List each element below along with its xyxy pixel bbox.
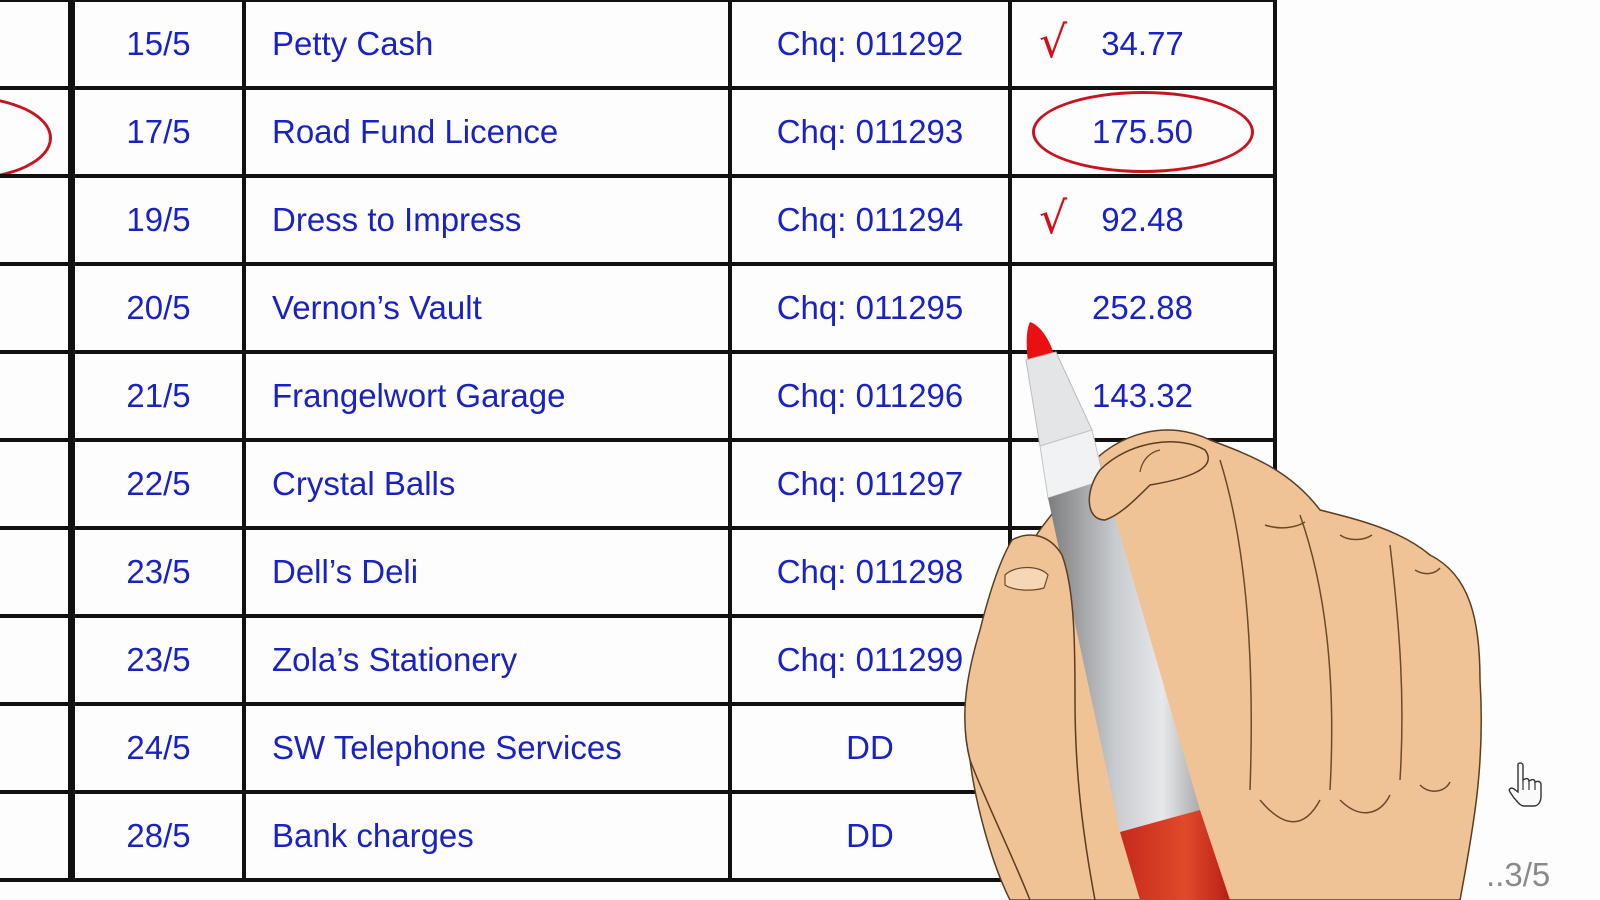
page-indicator: ..3/5 (1486, 856, 1551, 893)
amount-cell: √ 92.48 (1008, 174, 1277, 266)
table-row: 24/5 SW Telephone Services DD (0, 702, 1277, 794)
tick-mark-icon: √ (1039, 17, 1068, 68)
amount-value-wrap: √ 92.48 (1039, 197, 1184, 241)
blank-cell (0, 438, 75, 530)
payee-cell: Bank charges (242, 790, 732, 882)
amount-cell (1008, 438, 1277, 530)
reference-cell: Chq: 011299 (728, 614, 1012, 706)
table-row: 15/5 Petty Cash Chq: 011292 √ 34.77 (0, 0, 1277, 90)
date-cell: 24/5 (69, 702, 246, 794)
amount-value: 252.88 (1092, 289, 1193, 326)
payee-cell: Frangelwort Garage (242, 350, 732, 442)
payee-cell: Road Fund Licence (242, 86, 732, 178)
ledger-table: 15/5 Petty Cash Chq: 011292 √ 34.77 17/5 Road … (0, 0, 1277, 882)
amount-value-wrap: 143.32 (1092, 377, 1193, 415)
reference-cell: Chq: 011295 (728, 262, 1012, 354)
amount-cell (1008, 526, 1277, 618)
amount-cell (1008, 702, 1277, 794)
blank-cell (0, 614, 75, 706)
amount-cell: √ 34.77 (1008, 0, 1277, 90)
amount-cell (1008, 790, 1277, 882)
reference-cell: Chq: 011293 (728, 86, 1012, 178)
blank-cell (0, 526, 75, 618)
amount-value: 143.32 (1092, 377, 1193, 414)
amount-cell (1008, 614, 1277, 706)
date-cell: 22/5 (69, 438, 246, 530)
reference-cell: Chq: 011296 (728, 350, 1012, 442)
pointer-hand-cursor-icon (1508, 762, 1542, 807)
payee-cell: Crystal Balls (242, 438, 732, 530)
payee-cell: Dell’s Deli (242, 526, 732, 618)
payee-cell: Vernon’s Vault (242, 262, 732, 354)
date-cell: 19/5 (69, 174, 246, 266)
amount-value: 175.50 (1092, 113, 1193, 150)
reference-cell: DD (728, 790, 1012, 882)
table-row: 17/5 Road Fund Licence Chq: 011293 175.50 (0, 86, 1277, 178)
blank-cell (0, 262, 75, 354)
amount-value: 92.48 (1101, 201, 1184, 238)
table-row: 23/5 Dell’s Deli Chq: 011298 (0, 526, 1277, 618)
date-cell: 21/5 (69, 350, 246, 442)
table-row: 22/5 Crystal Balls Chq: 011297 (0, 438, 1277, 530)
payee-cell: Petty Cash (242, 0, 732, 90)
date-cell: 23/5 (69, 526, 246, 618)
reference-cell: Chq: 011298 (728, 526, 1012, 618)
blank-cell (0, 174, 75, 266)
tick-mark-icon: √ (1039, 193, 1068, 244)
table-row: 23/5 Zola’s Stationery Chq: 011299 (0, 614, 1277, 706)
blank-cell (0, 702, 75, 794)
blank-cell (0, 86, 75, 178)
date-cell: 23/5 (69, 614, 246, 706)
amount-value: 34.77 (1101, 25, 1184, 62)
amount-cell: 143.32 (1008, 350, 1277, 442)
bank-statement-sheet: 15/5 Petty Cash Chq: 011292 √ 34.77 17/5 Road … (0, 0, 1600, 900)
amount-value-wrap: √ 34.77 (1039, 21, 1184, 65)
amount-value-wrap: 252.88 (1092, 289, 1193, 327)
blank-cell (0, 0, 75, 90)
table-row: 20/5 Vernon’s Vault Chq: 011295 252.88 (0, 262, 1277, 354)
payee-cell: Dress to Impress (242, 174, 732, 266)
amount-cell: 252.88 (1008, 262, 1277, 354)
date-cell: 20/5 (69, 262, 246, 354)
date-cell: 17/5 (69, 86, 246, 178)
amount-cell: 175.50 (1008, 86, 1277, 178)
table-row: 21/5 Frangelwort Garage Chq: 011296 143.32 (0, 350, 1277, 442)
reference-cell: Chq: 011294 (728, 174, 1012, 266)
blank-cell (0, 350, 75, 442)
reference-cell: DD (728, 702, 1012, 794)
payee-cell: Zola’s Stationery (242, 614, 732, 706)
reference-cell: Chq: 011297 (728, 438, 1012, 530)
table-row: 28/5 Bank charges DD (0, 790, 1277, 882)
reference-cell: Chq: 011292 (728, 0, 1012, 90)
blank-cell (0, 790, 75, 882)
date-cell: 28/5 (69, 790, 246, 882)
payee-cell: SW Telephone Services (242, 702, 732, 794)
amount-value-wrap: 175.50 (1092, 113, 1193, 151)
date-cell: 15/5 (69, 0, 246, 90)
table-row: 19/5 Dress to Impress Chq: 011294 √ 92.48 (0, 174, 1277, 266)
